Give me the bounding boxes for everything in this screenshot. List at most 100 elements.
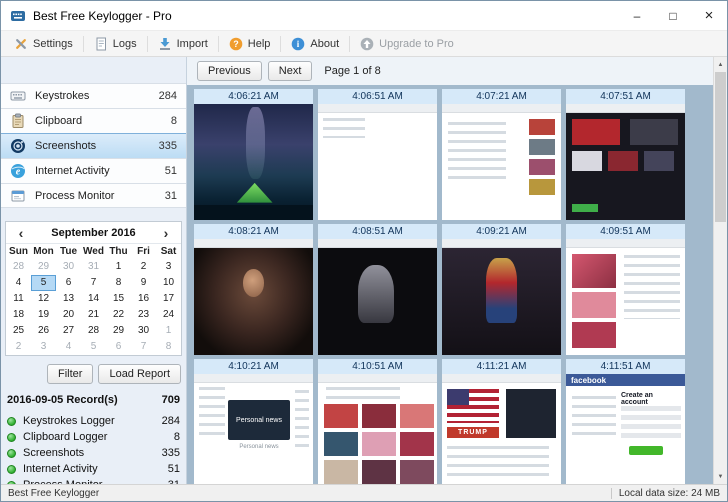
calendar-day[interactable]: 4 [56, 339, 81, 355]
scrollbar-thumb[interactable] [715, 72, 726, 222]
calendar-day[interactable]: 9 [131, 275, 156, 291]
calendar-day[interactable]: 31 [81, 259, 106, 275]
calendar-day[interactable]: 12 [31, 291, 56, 307]
screenshot-thumbnail[interactable]: 4:11:51 AM facebook Create an account [566, 359, 685, 484]
thumbnail-image[interactable] [194, 104, 313, 220]
thumbnail-image[interactable] [318, 374, 437, 484]
screenshot-thumbnail[interactable]: 4:07:51 AM [566, 89, 685, 220]
calendar-day[interactable]: 29 [106, 323, 131, 339]
sidebar-item-clipboard[interactable]: Clipboard 8 [1, 108, 186, 133]
calendar-day[interactable]: 30 [131, 323, 156, 339]
thumbnail-image[interactable]: Personal news Personal news [194, 374, 313, 484]
thumbnail-timestamp: 4:06:51 AM [318, 89, 437, 104]
import-icon [158, 37, 172, 51]
calendar-day[interactable]: 15 [106, 291, 131, 307]
scroll-down-icon[interactable]: ▼ [714, 469, 727, 484]
calendar-day[interactable]: 3 [156, 259, 181, 275]
screenshot-thumbnail[interactable]: 4:06:21 AM [194, 89, 313, 220]
calendar-day[interactable]: 23 [131, 307, 156, 323]
calendar-day[interactable]: 27 [56, 323, 81, 339]
upgrade-to-pro-button[interactable]: Upgrade to Pro [353, 34, 461, 54]
thumb-art [326, 387, 400, 399]
calendar-day[interactable]: 4 [6, 275, 31, 291]
vertical-scrollbar[interactable]: ▲ ▼ [713, 57, 727, 484]
sidebar-buttons: Filter Load Report [1, 356, 186, 384]
calendar-day[interactable]: 7 [81, 275, 106, 291]
calendar-day[interactable]: 16 [131, 291, 156, 307]
calendar-day[interactable]: 2 [6, 339, 31, 355]
upgrade-label: Upgrade to Pro [379, 38, 454, 50]
calendar-day[interactable]: 14 [81, 291, 106, 307]
filter-button[interactable]: Filter [47, 364, 93, 384]
minimize-button[interactable]: – [619, 1, 655, 30]
about-button[interactable]: i About [284, 34, 346, 54]
screenshot-thumbnail[interactable]: 4:10:51 AM [318, 359, 437, 484]
maximize-button[interactable]: □ [655, 1, 691, 30]
screenshot-thumbnail[interactable]: 4:10:21 AM Personal news Personal news [194, 359, 313, 484]
thumbnail-image[interactable] [566, 104, 685, 220]
calendar-day[interactable]: 25 [6, 323, 31, 339]
calendar-day[interactable]: 21 [81, 307, 106, 323]
thumbnail-image[interactable]: facebook Create an account [566, 374, 685, 484]
calendar-day[interactable]: 28 [81, 323, 106, 339]
calendar-day[interactable]: 30 [56, 259, 81, 275]
calendar-day[interactable]: 6 [106, 339, 131, 355]
scroll-up-icon[interactable]: ▲ [714, 57, 727, 72]
load-report-button[interactable]: Load Report [98, 364, 181, 384]
calendar-day[interactable]: 13 [56, 291, 81, 307]
screenshot-thumbnail[interactable]: 4:08:51 AM [318, 224, 437, 355]
thumb-art [194, 248, 313, 355]
thumbnail-image[interactable] [442, 104, 561, 220]
upgrade-icon [360, 37, 374, 51]
thumbnail-image[interactable] [194, 239, 313, 355]
sidebar-item-internet-activity[interactable]: e Internet Activity 51 [1, 158, 186, 183]
calendar-day[interactable]: 7 [131, 339, 156, 355]
calendar-day[interactable]: 2 [131, 259, 156, 275]
screenshot-thumbnail[interactable]: 4:11:21 AM TRUMP [442, 359, 561, 484]
calendar-day[interactable]: 1 [106, 259, 131, 275]
previous-page-button[interactable]: Previous [197, 61, 262, 81]
calendar-day[interactable]: 28 [6, 259, 31, 275]
prev-month-icon[interactable]: ‹ [14, 225, 28, 241]
sidebar-item-process-monitor[interactable]: Process Monitor 31 [1, 183, 186, 208]
calendar-day[interactable]: 8 [156, 339, 181, 355]
calendar-day[interactable]: 8 [106, 275, 131, 291]
screenshot-thumbnail[interactable]: 4:06:51 AM [318, 89, 437, 220]
next-month-icon[interactable]: › [159, 225, 173, 241]
import-label: Import [177, 38, 208, 50]
calendar-day[interactable]: 19 [31, 307, 56, 323]
calendar-day[interactable]: 10 [156, 275, 181, 291]
calendar-day[interactable]: 17 [156, 291, 181, 307]
calendar-day[interactable]: 6 [56, 275, 81, 291]
calendar-day[interactable]: 22 [106, 307, 131, 323]
calendar-day[interactable]: 20 [56, 307, 81, 323]
status-dot-icon [7, 417, 16, 426]
thumbnail-image[interactable] [566, 239, 685, 355]
close-button[interactable]: × [691, 1, 727, 30]
calendar-day[interactable]: 5 [81, 339, 106, 355]
screenshot-thumbnail[interactable]: 4:09:51 AM [566, 224, 685, 355]
calendar-day[interactable]: 29 [31, 259, 56, 275]
screenshot-thumbnail[interactable]: 4:09:21 AM [442, 224, 561, 355]
calendar-day[interactable]: 11 [6, 291, 31, 307]
sidebar-item-screenshots[interactable]: Screenshots 335 [1, 133, 186, 158]
next-page-button[interactable]: Next [268, 61, 313, 81]
thumbnail-image[interactable] [442, 239, 561, 355]
screenshot-thumbnail[interactable]: 4:08:21 AM [194, 224, 313, 355]
thumbnail-image[interactable] [318, 104, 437, 220]
import-button[interactable]: Import [151, 34, 215, 54]
calendar-day-selected[interactable]: 5 [31, 275, 56, 291]
calendar-day[interactable]: 18 [6, 307, 31, 323]
thumbnail-image[interactable] [318, 239, 437, 355]
logs-button[interactable]: Logs [87, 34, 144, 54]
sidebar-item-keystrokes[interactable]: Keystrokes 284 [1, 83, 186, 108]
settings-button[interactable]: Settings [7, 34, 80, 54]
calendar-day[interactable]: 1 [156, 323, 181, 339]
thumbnail-image[interactable]: TRUMP [442, 374, 561, 484]
calendar-day[interactable]: 3 [31, 339, 56, 355]
screenshot-thumbnail[interactable]: 4:07:21 AM [442, 89, 561, 220]
calendar-day[interactable]: 26 [31, 323, 56, 339]
scrollbar-track[interactable] [714, 72, 727, 469]
calendar-day[interactable]: 24 [156, 307, 181, 323]
help-button[interactable]: ? Help [222, 34, 278, 54]
